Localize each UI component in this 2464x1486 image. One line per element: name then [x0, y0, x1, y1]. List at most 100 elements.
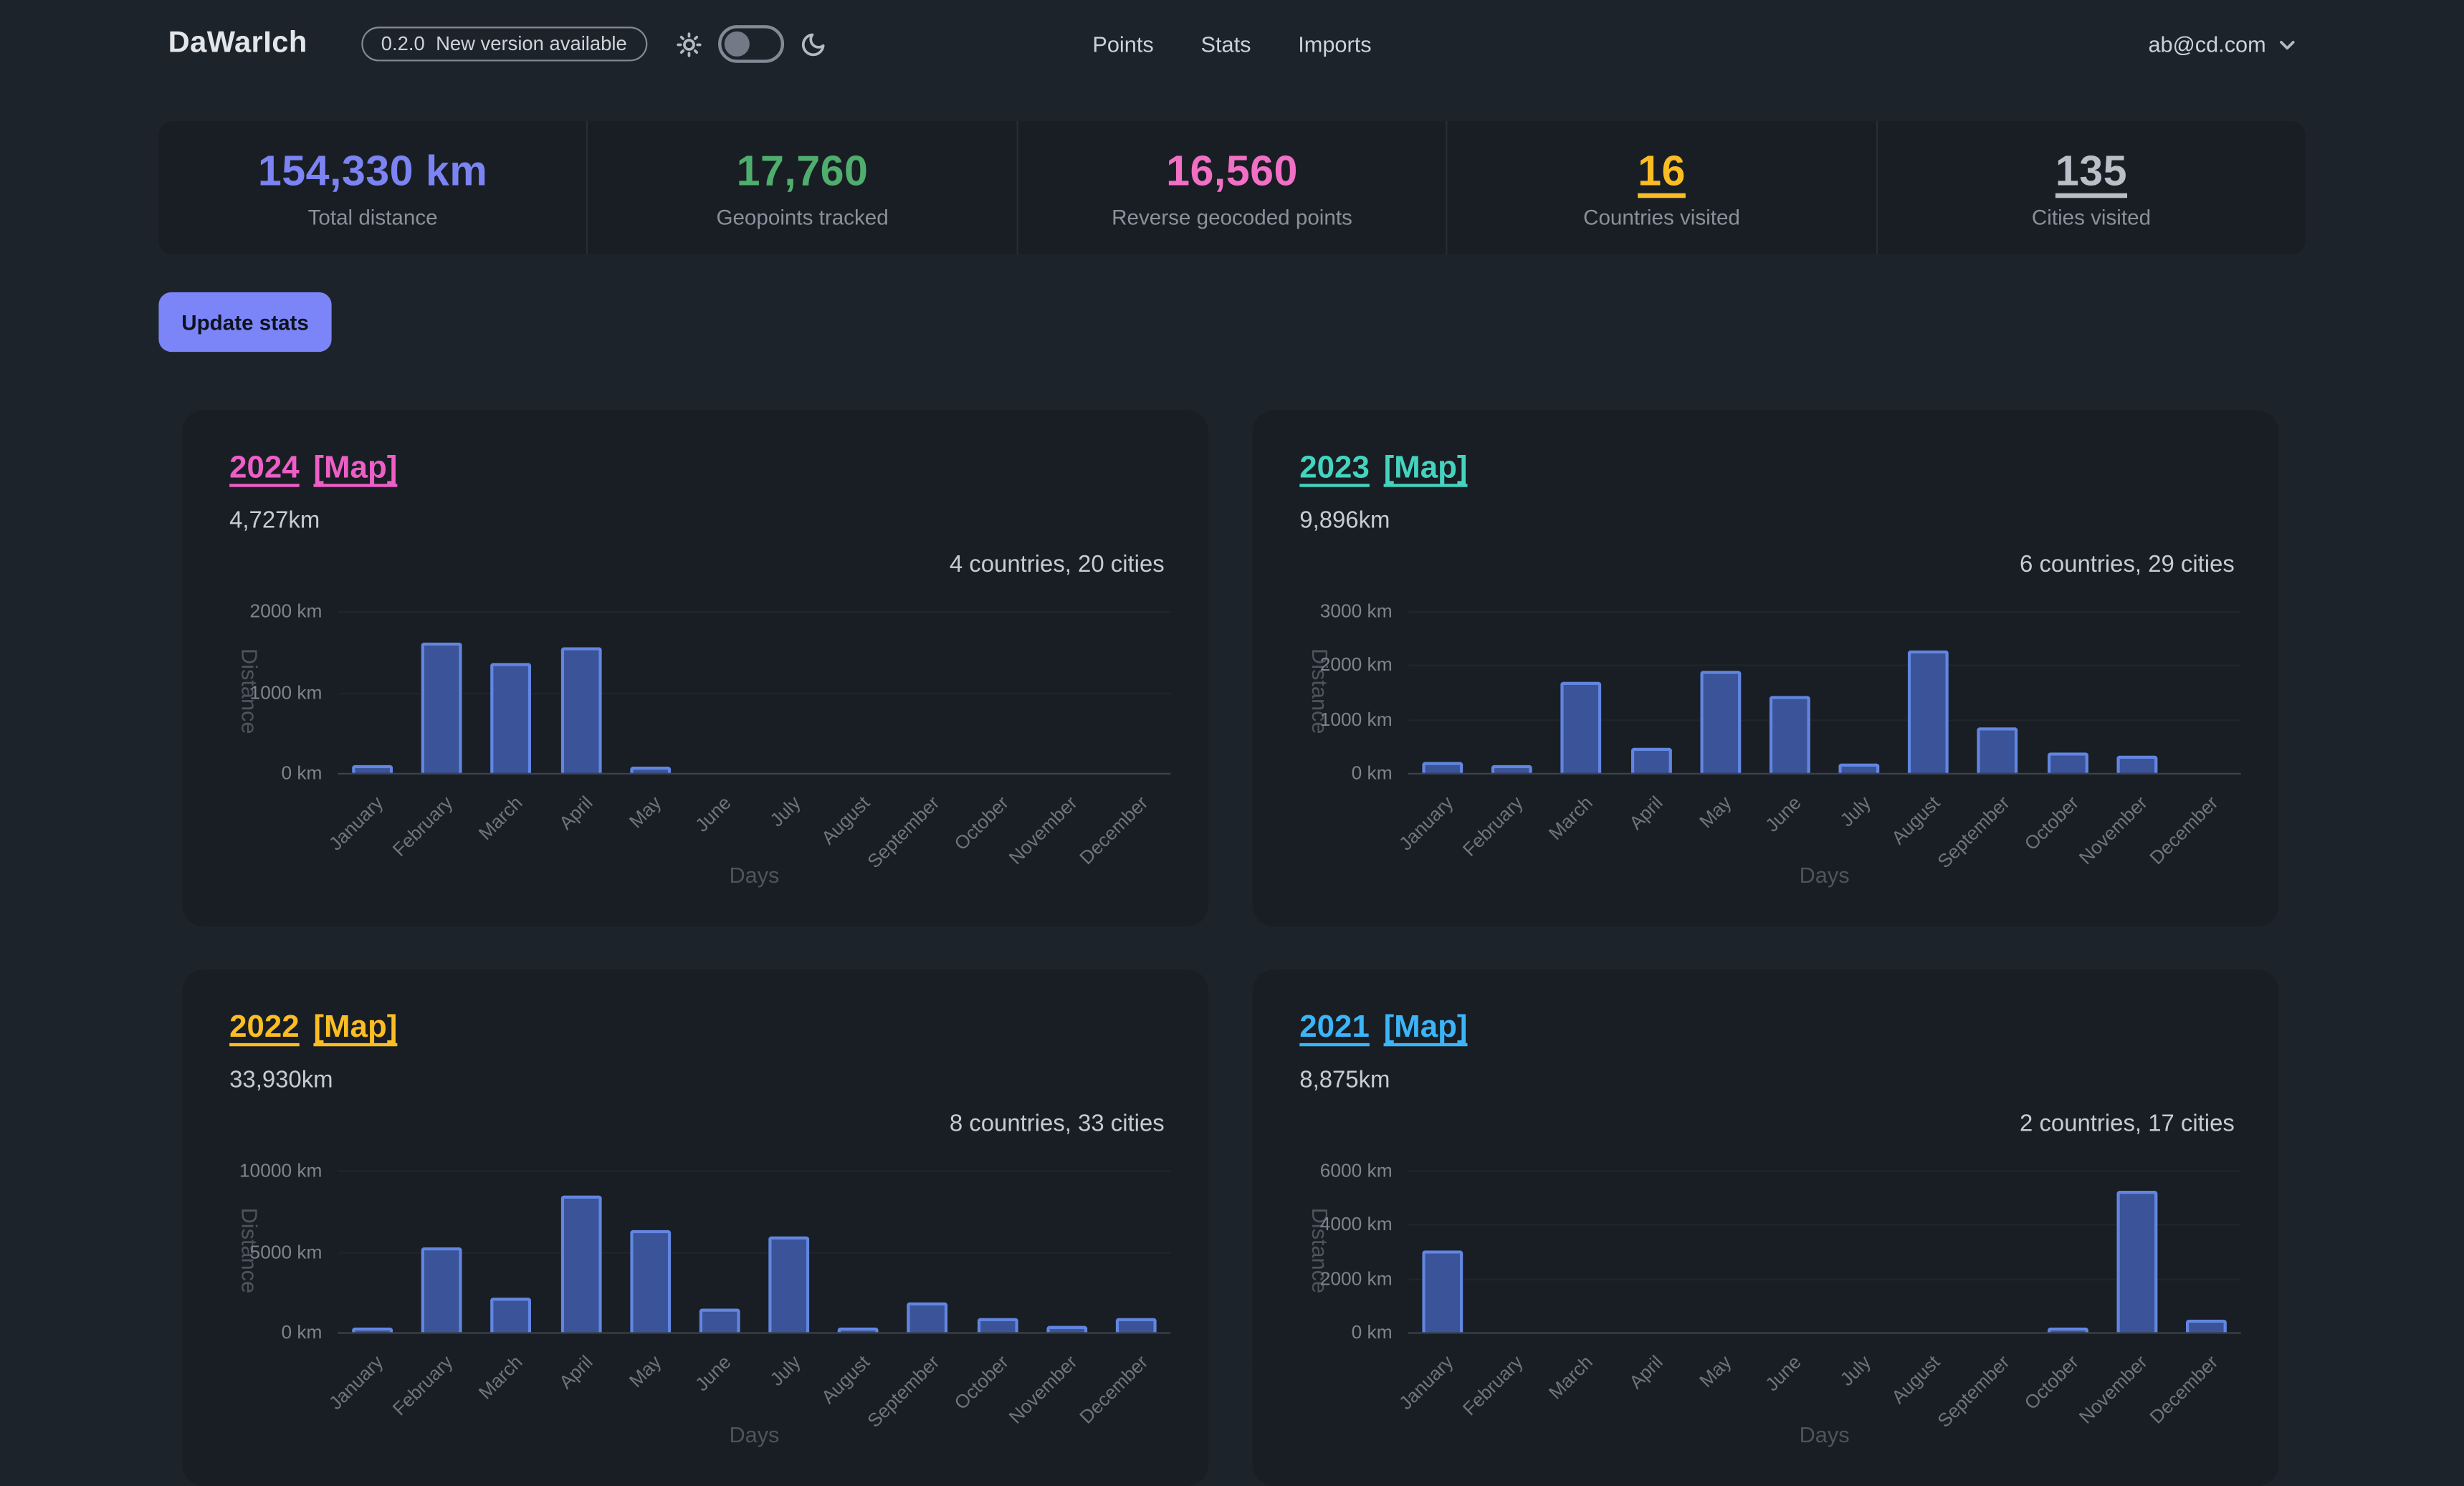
month-label: August	[817, 792, 874, 849]
month-label: July	[765, 792, 805, 831]
stat-value[interactable]: 135	[2055, 147, 2127, 196]
month-slot: April	[1616, 1341, 1686, 1414]
map-link[interactable]: [Map]	[1384, 451, 1468, 486]
theme-toggle-knob	[725, 32, 750, 57]
month-label: May	[1695, 1351, 1736, 1392]
distance-bar	[907, 1303, 948, 1333]
bar-slot	[2172, 1170, 2241, 1332]
y-tick-label: 0 km	[281, 1321, 322, 1343]
distance-bar	[630, 1230, 671, 1333]
year-link[interactable]: 2024	[229, 451, 300, 486]
y-tick-label: 2000 km	[1320, 1267, 1393, 1290]
month-slot: April	[546, 782, 616, 855]
bar-slot	[823, 611, 893, 773]
month-slot: March	[477, 1341, 546, 1414]
y-tick-label: 5000 km	[250, 1240, 323, 1262]
card-title: 2024 [Map]	[229, 451, 397, 486]
year-link[interactable]: 2021	[1299, 1010, 1370, 1046]
map-link[interactable]: [Map]	[313, 1010, 397, 1046]
version-badge[interactable]: 0.2.0 New version available	[360, 27, 647, 61]
bar-slot	[1477, 611, 1547, 773]
x-axis-title: Days	[1408, 863, 2241, 888]
month-slot: June	[1755, 782, 1825, 855]
distance-bar	[421, 643, 462, 773]
bars-row	[338, 611, 1170, 773]
bar-slot	[685, 1170, 755, 1332]
card-title: 2022 [Map]	[229, 1010, 397, 1046]
user-menu[interactable]: ab@cd.com	[2148, 0, 2297, 88]
stat-cell: 135 Cities visited	[1876, 121, 2305, 254]
year-summary: 4 countries, 20 cities	[950, 552, 1165, 578]
stat-label: Countries visited	[1583, 205, 1740, 229]
bar-slot	[407, 611, 477, 773]
month-label: May	[625, 1351, 666, 1392]
chart-plot: 6000 km4000 km2000 km0 km	[1408, 1170, 2241, 1332]
map-link[interactable]: [Map]	[313, 451, 397, 486]
distance-bar	[2047, 752, 2088, 773]
month-label: July	[765, 1351, 805, 1391]
x-axis-labels: JanuaryFebruaryMarchAprilMayJuneJulyAugu…	[1408, 782, 2241, 855]
y-tick-label: 6000 km	[1320, 1159, 1393, 1181]
month-slot: June	[685, 1341, 755, 1414]
app-logo[interactable]: DaWarIch	[168, 27, 307, 61]
year-distance: 4,727km	[229, 507, 320, 534]
month-label: July	[1835, 792, 1875, 831]
month-slot: February	[407, 1341, 477, 1414]
stat-value: 154,330 km	[258, 147, 487, 196]
distance-bar	[2116, 1191, 2157, 1332]
distance-bar	[560, 1196, 601, 1333]
x-axis-title: Days	[338, 863, 1170, 888]
stat-cell: 17,760 Geopoints tracked	[587, 121, 1016, 254]
chevron-down-icon	[2277, 34, 2298, 54]
bar-slot	[1894, 1170, 1964, 1332]
bar-slot	[893, 611, 963, 773]
nav-item-points[interactable]: Points	[1092, 32, 1153, 57]
distance-bar	[1561, 682, 1602, 773]
month-label: April	[554, 792, 596, 834]
bar-slot	[685, 611, 755, 773]
stat-label: Total distance	[308, 205, 438, 229]
bar-slot	[616, 611, 685, 773]
stat-value: 17,760	[737, 147, 869, 196]
header: DaWarIch 0.2.0 New version available	[0, 0, 2464, 88]
year-distance: 33,930km	[229, 1067, 333, 1093]
x-axis-title: Days	[338, 1422, 1170, 1447]
year-card: 2023 [Map] 9,896km 6 countries, 29 citie…	[1253, 410, 2279, 926]
month-slot: July	[1825, 782, 1894, 855]
update-stats-button[interactable]: Update stats	[158, 292, 331, 352]
year-link[interactable]: 2023	[1299, 451, 1370, 486]
month-label: June	[691, 1351, 735, 1396]
distance-bar	[1839, 764, 1880, 773]
month-slot: December	[1102, 782, 1171, 855]
gridline	[338, 1332, 1170, 1333]
month-slot: April	[1616, 782, 1686, 855]
month-label: March	[1544, 1351, 1597, 1404]
bar-slot	[1825, 611, 1894, 773]
distance-bar	[352, 1328, 393, 1333]
bar-slot	[1686, 1170, 1755, 1332]
bar-slot	[1102, 1170, 1171, 1332]
monthly-distance-chart: Distance 6000 km4000 km2000 km0 km Janua…	[1408, 1170, 2241, 1332]
chart-plot: 10000 km5000 km0 km	[338, 1170, 1170, 1332]
y-tick-label: 3000 km	[1320, 600, 1393, 623]
chart-plot: 3000 km2000 km1000 km0 km	[1408, 611, 2241, 773]
stat-cell: 16 Countries visited	[1446, 121, 1876, 254]
stat-value[interactable]: 16	[1638, 147, 1686, 196]
bar-slot	[1547, 1170, 1616, 1332]
stat-label: Reverse geocoded points	[1112, 205, 1352, 229]
bar-slot	[546, 611, 616, 773]
version-note: New version available	[436, 33, 627, 55]
nav-item-imports[interactable]: Imports	[1298, 32, 1371, 57]
nav-item-stats[interactable]: Stats	[1201, 32, 1251, 57]
month-label: August	[1887, 1351, 1944, 1409]
distance-bar	[1700, 671, 1741, 773]
bar-slot	[1616, 611, 1686, 773]
map-link[interactable]: [Map]	[1384, 1010, 1468, 1046]
theme-toggle[interactable]	[718, 25, 784, 63]
year-link[interactable]: 2022	[229, 1010, 300, 1046]
bar-slot	[2172, 611, 2241, 773]
bar-slot	[1894, 611, 1964, 773]
month-label: January	[325, 792, 388, 855]
bar-slot	[963, 611, 1032, 773]
bar-slot	[2102, 1170, 2172, 1332]
